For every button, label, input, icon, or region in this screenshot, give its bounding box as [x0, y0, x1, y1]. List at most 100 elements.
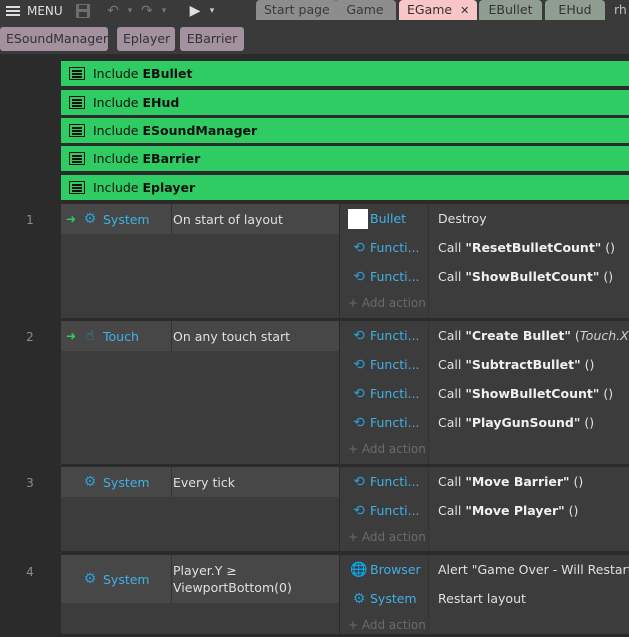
action-row[interactable]: ⟲ Functi... Call "Create Bullet" (Touch.…	[340, 321, 629, 350]
gear-icon: ⚙	[83, 211, 97, 227]
action-list: ⟲ Functi... Call "Move Barrier" () ⟲ Fun…	[339, 467, 629, 551]
event-number: 4	[26, 565, 34, 579]
condition[interactable]: ⚙ System Player.Y ≥ ViewportBottom(0)	[61, 555, 339, 603]
action-row[interactable]: ⟲ Functi... Call "PlayGunSound" ()	[340, 408, 629, 437]
tab-ehud[interactable]: EHud	[545, 0, 605, 20]
event-sheet: Include EBullet Include EHud Include ESound…	[0, 54, 629, 634]
include-row[interactable]: Include Eplayer	[61, 175, 629, 200]
add-action-button[interactable]: + Add action	[340, 525, 629, 549]
menu-button[interactable]: MENU	[0, 0, 72, 22]
include-row[interactable]: Include EBarrier	[61, 146, 629, 171]
hamburger-icon	[6, 4, 20, 18]
event-margin	[0, 54, 60, 634]
action-object: Functi...	[370, 474, 420, 489]
close-icon[interactable]: ✕	[460, 4, 469, 17]
action-row[interactable]: ⟲ Functi... Call "ResetBulletCount" ()	[340, 233, 629, 262]
action-text: Call "ResetBulletCount" ()	[438, 240, 616, 255]
tab-start-page[interactable]: Start page	[256, 0, 338, 20]
add-action-button[interactable]: + Add action	[340, 437, 629, 461]
sprite-thumbnail-icon	[348, 208, 368, 229]
action-text: Restart layout	[438, 591, 526, 606]
include-row[interactable]: Include EBullet	[61, 61, 629, 86]
action-row[interactable]: ⟲ Functi... Call "SubtractBullet" ()	[340, 350, 629, 379]
undo-icon[interactable]: ↶	[102, 0, 124, 22]
action-row[interactable]: ⟲ Functi... Call "Move Player" ()	[340, 496, 629, 525]
undo-dropdown-icon[interactable]: ▾	[124, 0, 136, 22]
action-list: Bullet Destroy ⟲ Functi... Call "ResetBu…	[339, 204, 629, 318]
event-block[interactable]: ➜ ☝ Touch On any touch start ⟲ Functi... …	[61, 321, 629, 464]
action-row[interactable]: Bullet Destroy	[340, 204, 629, 233]
trigger-arrow-icon: ➜	[65, 212, 77, 226]
condition[interactable]: ⚙ System Every tick	[61, 467, 339, 497]
condition-text: Every tick	[173, 474, 235, 490]
action-text: Call "ShowBulletCount" ()	[438, 386, 614, 401]
action-text: Call "SubtractBullet" ()	[438, 357, 595, 372]
condition-text: Player.Y ≥ ViewportBottom(0)	[173, 563, 292, 595]
action-text: Call "PlayGunSound" ()	[438, 415, 595, 430]
event-block[interactable]: ➜ ⚙ System On start of layout Bullet Dest…	[61, 204, 629, 318]
action-object: Functi...	[370, 386, 420, 401]
action-text: Call "ShowBulletCount" ()	[438, 269, 614, 284]
action-object: System	[370, 591, 417, 606]
action-object: Functi...	[370, 269, 420, 284]
play-dropdown-icon[interactable]: ▾	[206, 0, 218, 22]
condition-object: System	[103, 211, 150, 227]
action-object: Bullet	[370, 211, 407, 226]
action-object: Functi...	[370, 240, 420, 255]
event-number: 3	[26, 476, 34, 490]
condition[interactable]: ➜ ⚙ System On start of layout	[61, 204, 339, 234]
touch-icon: ☝	[85, 328, 95, 344]
save-icon[interactable]	[72, 0, 94, 22]
event-number: 2	[26, 330, 34, 344]
event-number: 1	[26, 213, 34, 227]
gear-icon: ⚙	[83, 571, 97, 587]
action-object: Browser	[370, 562, 421, 577]
add-action-button[interactable]: + Add action	[340, 613, 629, 637]
action-row[interactable]: ⟲ Functi... Call "ShowBulletCount" ()	[340, 379, 629, 408]
function-icon: ⟲	[353, 327, 365, 344]
function-icon: ⟲	[353, 268, 365, 285]
action-row[interactable]: ⚙ System Restart layout	[340, 584, 629, 613]
function-icon: ⟲	[353, 239, 365, 256]
play-icon[interactable]: ▶	[184, 0, 206, 22]
tab-ebullet[interactable]: EBullet	[479, 0, 542, 20]
include-row[interactable]: Include ESoundManager	[61, 118, 629, 143]
function-icon: ⟲	[353, 385, 365, 402]
action-row[interactable]: 🌐 Browser Alert "Game Over - Will Restar…	[340, 555, 629, 584]
tab-eplayer[interactable]: Eplayer	[117, 27, 175, 51]
condition-object: System	[103, 474, 150, 490]
include-row[interactable]: Include EHud	[61, 90, 629, 115]
action-text: Alert "Game Over - Will Restart"	[438, 562, 629, 577]
tab-game[interactable]: Game	[334, 0, 396, 20]
function-icon: ⟲	[353, 414, 365, 431]
function-icon: ⟲	[353, 356, 365, 373]
trigger-arrow-icon: ➜	[65, 329, 77, 343]
action-list: 🌐 Browser Alert "Game Over - Will Restar…	[339, 555, 629, 634]
condition[interactable]: ➜ ☝ Touch On any touch start	[61, 321, 339, 351]
action-text: Call "Move Barrier" ()	[438, 474, 584, 489]
function-icon: ⟲	[353, 502, 365, 519]
action-text: Call "Create Bullet" (Touch.X, Tou	[438, 328, 629, 343]
event-block[interactable]: ⚙ System Player.Y ≥ ViewportBottom(0) 🌐 Br…	[61, 555, 629, 634]
redo-dropdown-icon[interactable]: ▾	[158, 0, 170, 22]
menu-label: MENU	[27, 4, 63, 18]
top-toolbar: MENU ↶ ▾ ↷ ▾ ▶ ▾ Start page Game EGame ✕ …	[0, 0, 629, 54]
tab-esoundmanager[interactable]: ESoundManager	[0, 27, 108, 51]
include-icon	[69, 67, 85, 80]
event-block[interactable]: ⚙ System Every tick ⟲ Functi... Call "Mov…	[61, 467, 629, 551]
action-row[interactable]: ⟲ Functi... Call "Move Barrier" ()	[340, 467, 629, 496]
action-text: Destroy	[438, 211, 487, 226]
action-row[interactable]: ⟲ Functi... Call "ShowBulletCount" ()	[340, 262, 629, 291]
condition-object: Touch	[103, 328, 139, 344]
tab-egame[interactable]: EGame ✕	[399, 0, 478, 20]
gear-icon: ⚙	[352, 590, 366, 607]
globe-icon: 🌐	[350, 561, 368, 578]
include-icon	[69, 124, 85, 137]
redo-icon[interactable]: ↷	[136, 0, 158, 22]
tab-rh[interactable]: rh	[610, 0, 629, 20]
add-action-button[interactable]: + Add action	[340, 291, 629, 315]
condition-text: On start of layout	[173, 211, 283, 227]
action-object: Functi...	[370, 357, 420, 372]
tab-ebarrier[interactable]: EBarrier	[180, 27, 244, 51]
function-icon: ⟲	[353, 473, 365, 490]
